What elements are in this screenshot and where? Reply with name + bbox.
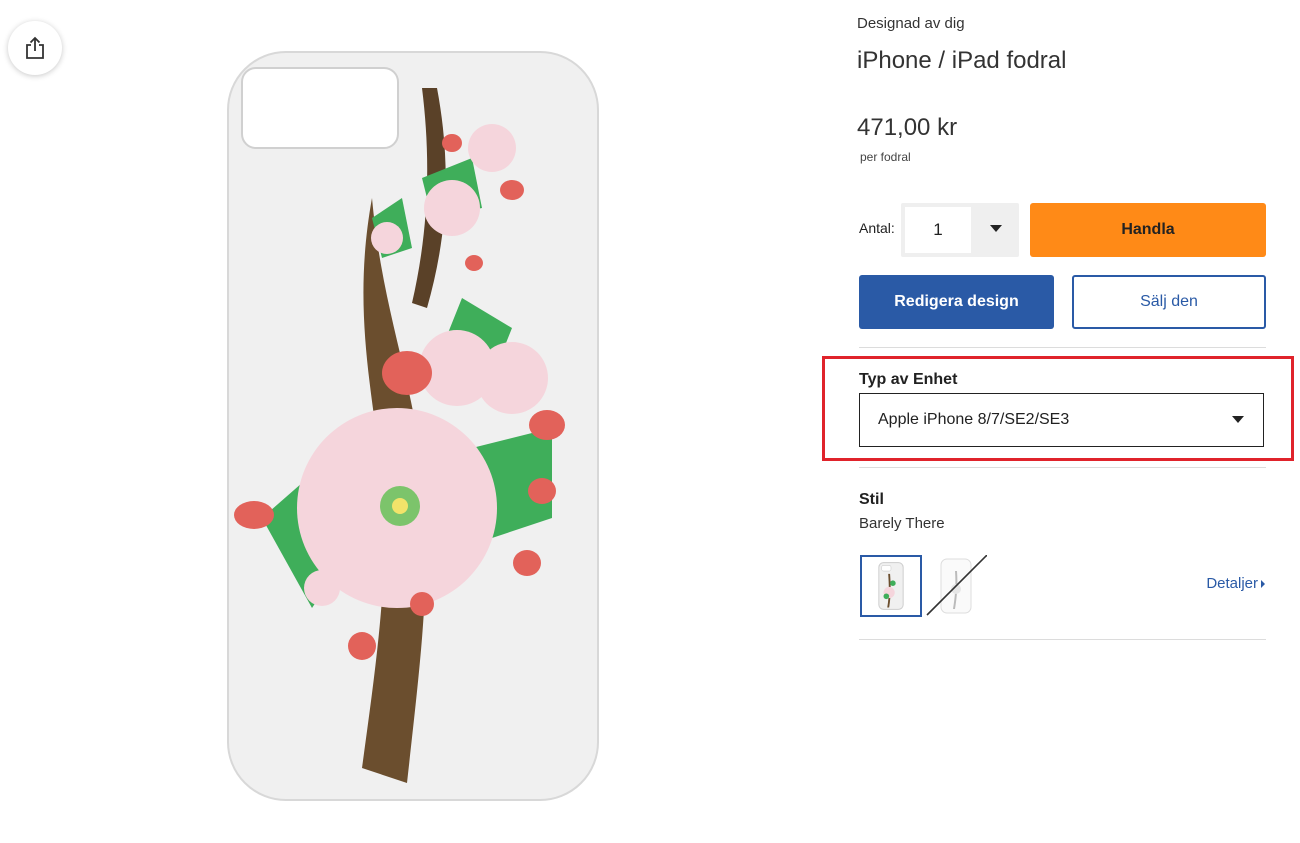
divider: [859, 639, 1266, 640]
price: 471,00 kr: [857, 114, 958, 141]
share-button[interactable]: [8, 21, 62, 75]
device-type-select[interactable]: Apple iPhone 8/7/SE2/SE3: [859, 393, 1264, 447]
designed-by-label: Designad av dig: [857, 15, 965, 32]
device-type-value: Apple iPhone 8/7/SE2/SE3: [878, 411, 1070, 428]
sell-button[interactable]: Sälj den: [1072, 275, 1266, 329]
divider: [859, 467, 1266, 468]
chevron-down-icon: [1232, 416, 1244, 423]
phone-case-image: [227, 51, 599, 801]
quantity-value[interactable]: 1: [905, 207, 971, 253]
chevron-right-icon: [1261, 580, 1265, 589]
product-title: iPhone / iPad fodral: [857, 47, 1067, 74]
price-unit: per fodral: [860, 150, 911, 164]
edit-design-button[interactable]: Redigera design: [859, 275, 1054, 329]
details-link[interactable]: Detaljer: [1206, 575, 1265, 592]
product-panel: Designad av dig iPhone / iPad fodral 471…: [822, 0, 1294, 843]
quantity-selector[interactable]: 1: [901, 203, 1019, 257]
buy-button[interactable]: Handla: [1030, 203, 1266, 257]
chevron-down-icon[interactable]: [990, 225, 1002, 232]
quantity-label: Antal:: [859, 220, 895, 236]
style-value: Barely There: [859, 515, 945, 532]
style-label: Stil: [859, 491, 884, 508]
style-swatch-unavailable: [925, 555, 987, 617]
share-icon: [26, 36, 44, 59]
details-link-label: Detaljer: [1206, 575, 1258, 592]
device-type-label: Typ av Enhet: [859, 371, 958, 388]
divider: [859, 347, 1266, 348]
style-swatch-barely-there[interactable]: [860, 555, 922, 617]
